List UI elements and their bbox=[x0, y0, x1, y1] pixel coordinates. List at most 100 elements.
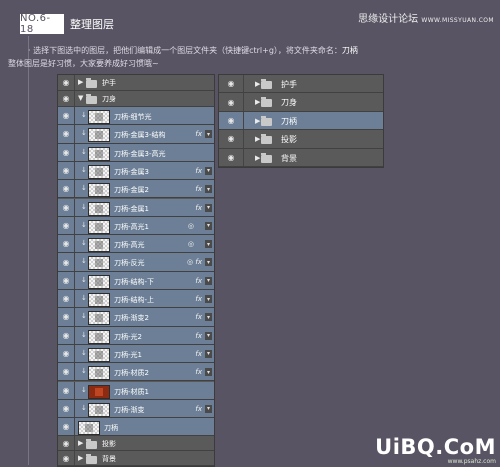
eye-icon[interactable]: ◉ bbox=[58, 143, 75, 161]
layer-row[interactable]: ◉ ↓ 刀柄-反光 ◎ fx ▾ bbox=[58, 253, 214, 272]
layer-row[interactable]: ◉ ↓ 刀柄-金属3 fx ▾ bbox=[58, 161, 214, 181]
clipping-arrow-icon: ↓ bbox=[81, 330, 87, 339]
layer-row[interactable]: ◉ ↓ 刀柄-金属3-结构 fx ▾ bbox=[58, 125, 214, 144]
layer-group-row[interactable]: ◉ ▶ 刀柄 bbox=[219, 111, 383, 131]
eye-icon[interactable]: ◉ bbox=[219, 93, 244, 111]
layer-row[interactable]: ◉ ↓ 刀柄-光1 fx ▾ bbox=[58, 344, 214, 364]
layer-row[interactable]: ◉ ↓ 刀柄-金属1 fx ▾ bbox=[58, 198, 214, 217]
clipping-arrow-icon: ↓ bbox=[81, 294, 87, 302]
eye-icon[interactable]: ◉ bbox=[58, 75, 75, 90]
collapsed-arrow-icon[interactable]: ▶ bbox=[255, 80, 260, 88]
eye-icon[interactable]: ◉ bbox=[58, 235, 75, 253]
layer-group-row[interactable]: ◉ ▶ 护手 bbox=[219, 75, 383, 94]
collapsed-arrow-icon[interactable]: ▶ bbox=[255, 154, 260, 162]
layer-row[interactable]: ◉ ↓ 刀柄-结构-下 fx ▾ bbox=[58, 271, 214, 290]
folder-icon bbox=[86, 94, 97, 104]
eye-icon[interactable]: ◉ bbox=[219, 111, 244, 130]
expand-effects-icon[interactable]: ▾ bbox=[205, 166, 212, 175]
eye-icon[interactable]: ◉ bbox=[58, 326, 75, 344]
layer-row[interactable]: ◉ ↓ 刀柄-渐变 fx ▾ bbox=[58, 399, 214, 419]
layer-row[interactable]: ◉ ↓ 刀柄-光2 fx ▾ bbox=[58, 326, 214, 345]
layer-row[interactable]: ◉ ↓ 刀柄-高光 ◎ ▾ bbox=[58, 235, 214, 254]
layer-group-row[interactable]: ◉ ▶ 投影 bbox=[58, 436, 214, 452]
eye-icon[interactable]: ◉ bbox=[58, 125, 75, 143]
layer-group-row[interactable]: ◉ ▶ 刀身 bbox=[219, 93, 383, 112]
expand-effects-icon[interactable]: ▾ bbox=[205, 130, 212, 139]
eye-icon[interactable]: ◉ bbox=[58, 451, 75, 466]
layer-row[interactable]: ◉ ↓ 刀柄-材质2 fx ▾ bbox=[58, 363, 214, 382]
layer-thumbnail bbox=[88, 402, 110, 417]
layer-row[interactable]: ◉ ↓ 刀柄-材质1 bbox=[58, 381, 214, 400]
fx-effect-icon: fx bbox=[195, 276, 202, 285]
expand-effects-icon[interactable]: ▾ bbox=[205, 203, 212, 212]
eye-icon[interactable]: ◉ bbox=[58, 271, 75, 289]
layer-row[interactable]: ◉ ↓ 刀柄-渐变2 fx ▾ bbox=[58, 308, 214, 327]
collapsed-arrow-icon[interactable]: ▶ bbox=[255, 117, 260, 125]
collapsed-arrow-icon[interactable]: ▶ bbox=[255, 135, 260, 143]
eye-icon[interactable]: ◉ bbox=[58, 91, 75, 106]
clipping-arrow-icon: ↓ bbox=[81, 129, 87, 138]
eye-icon[interactable]: ◉ bbox=[58, 418, 75, 436]
clipping-arrow-icon: ↓ bbox=[81, 367, 87, 376]
expand-effects-icon[interactable]: ▾ bbox=[205, 295, 212, 303]
expand-effects-icon[interactable]: ▾ bbox=[205, 258, 212, 267]
eye-icon[interactable]: ◉ bbox=[58, 161, 75, 180]
layer-label: 刀柄-细节光 bbox=[114, 113, 152, 121]
eye-icon[interactable]: ◉ bbox=[58, 216, 75, 235]
eye-icon[interactable]: ◉ bbox=[58, 180, 75, 198]
eye-icon[interactable]: ◉ bbox=[58, 308, 75, 326]
layer-group-label: 刀身 bbox=[102, 95, 116, 103]
layer-thumbnail-content bbox=[95, 186, 103, 195]
eye-icon[interactable]: ◉ bbox=[58, 363, 75, 381]
collapsed-arrow-icon[interactable]: ▶ bbox=[78, 439, 83, 447]
layer-thumbnail-content bbox=[95, 314, 103, 323]
collapsed-arrow-icon[interactable]: ▶ bbox=[78, 78, 83, 86]
layer-group-row[interactable]: ◉ ▶ 背景 bbox=[58, 451, 214, 467]
layer-row[interactable]: ◉ ↓ 刀柄-金属2 fx ▾ bbox=[58, 180, 214, 199]
layer-group-row[interactable]: ◉ ▶ 背景 bbox=[219, 148, 383, 167]
expand-effects-icon[interactable]: ▾ bbox=[205, 313, 212, 322]
layers-panel-after: ◉ ▶ 护手 ◉ ▶ 刀身 ◉ ▶ 刀柄 ◉ ▶ 投影 ◉ ▶ 背景 bbox=[218, 74, 384, 168]
expand-effects-icon[interactable]: ▾ bbox=[205, 185, 212, 194]
eye-icon[interactable]: ◉ bbox=[58, 399, 75, 418]
eye-icon[interactable]: ◉ bbox=[58, 344, 75, 363]
layer-label: 刀柄-渐变 bbox=[114, 405, 145, 414]
base-layer-row[interactable]: ◉ 刀柄 bbox=[58, 418, 214, 437]
eye-icon[interactable]: ◉ bbox=[219, 75, 244, 93]
expand-effects-icon[interactable]: ▾ bbox=[205, 404, 212, 413]
eye-icon[interactable]: ◉ bbox=[58, 290, 75, 308]
site-watermark-cn: 思缘设计论坛 bbox=[358, 14, 419, 25]
layer-row[interactable]: ◉ ↓ 刀柄-高光1 ◎ ▾ bbox=[58, 216, 214, 236]
layer-thumbnail bbox=[88, 329, 110, 344]
layer-row[interactable]: ◉ ↓ 刀柄-结构-上 fx ▾ bbox=[58, 290, 214, 309]
eye-icon[interactable]: ◉ bbox=[58, 198, 75, 216]
clipping-arrow-icon: ↓ bbox=[81, 385, 87, 394]
layer-row[interactable]: ◉ ↓ 刀柄-金属3-高光 bbox=[58, 143, 214, 162]
layer-row[interactable]: ◉ ↓ 刀柄-细节光 bbox=[58, 107, 214, 126]
fx-effect-icon: fx bbox=[195, 166, 202, 175]
collapsed-arrow-icon[interactable]: ▶ bbox=[255, 98, 260, 106]
fx-effect-icon: fx bbox=[195, 130, 202, 139]
clipping-arrow-icon: ↓ bbox=[81, 202, 87, 211]
fx-effect-icon: fx bbox=[195, 313, 202, 322]
clipping-arrow-icon: ↓ bbox=[81, 165, 87, 174]
expand-effects-icon[interactable]: ▾ bbox=[205, 221, 212, 230]
fx-effect-icon: fx bbox=[195, 331, 202, 340]
expand-effects-icon[interactable]: ▾ bbox=[205, 276, 212, 285]
expanded-arrow-icon[interactable]: ▼ bbox=[78, 94, 83, 102]
eye-icon[interactable]: ◉ bbox=[219, 148, 244, 166]
eye-icon[interactable]: ◉ bbox=[58, 107, 75, 125]
eye-icon[interactable]: ◉ bbox=[219, 130, 244, 148]
expand-effects-icon[interactable]: ▾ bbox=[205, 240, 212, 249]
expand-effects-icon[interactable]: ▾ bbox=[205, 331, 212, 340]
eye-icon[interactable]: ◉ bbox=[58, 436, 75, 451]
eye-icon[interactable]: ◉ bbox=[58, 381, 75, 399]
layer-label: 刀柄-材质1 bbox=[114, 387, 149, 396]
expand-effects-icon[interactable]: ▾ bbox=[205, 368, 212, 377]
layer-group-row[interactable]: ◉ ▶ 护手 bbox=[58, 75, 214, 91]
layer-group-row[interactable]: ◉ ▼ 刀身 bbox=[58, 91, 214, 107]
layer-group-row[interactable]: ◉ ▶ 投影 bbox=[219, 130, 383, 149]
eye-icon[interactable]: ◉ bbox=[58, 253, 75, 271]
expand-effects-icon[interactable]: ▾ bbox=[205, 349, 212, 358]
collapsed-arrow-icon[interactable]: ▶ bbox=[78, 454, 83, 462]
